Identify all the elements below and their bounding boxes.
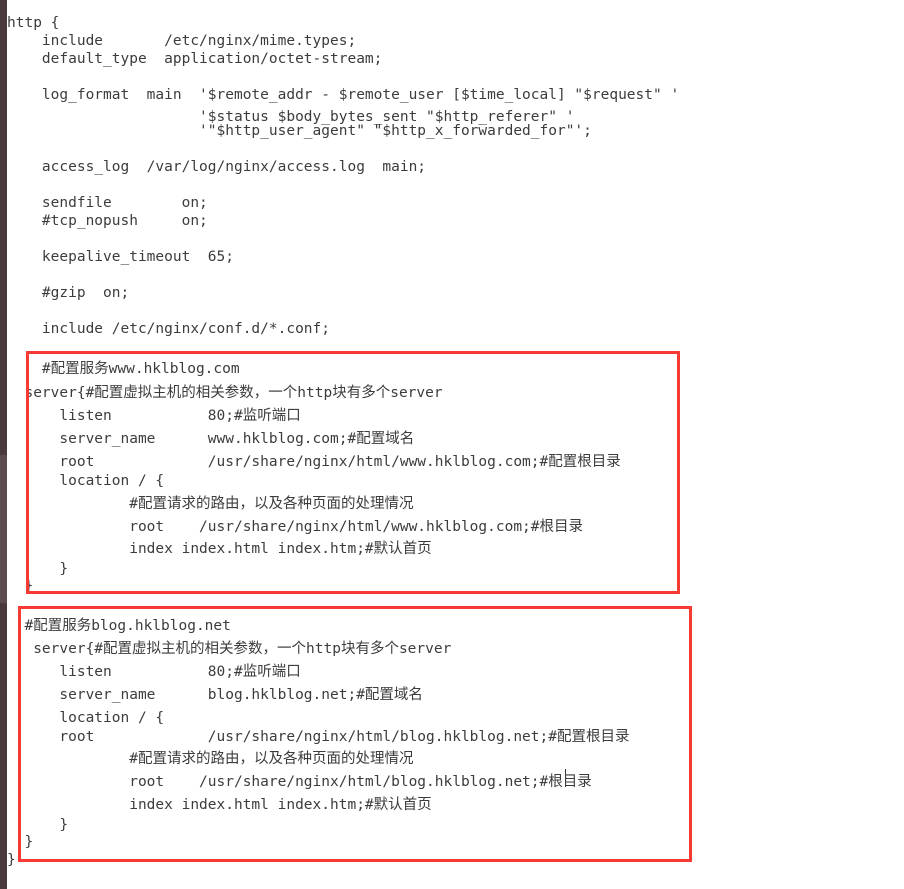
code-line[interactable]: #配置请求的路由，以及各种页面的处理情况 bbox=[7, 493, 413, 515]
code-line[interactable]: server_name www.hklblog.com;#配置域名 bbox=[7, 428, 414, 450]
code-line[interactable]: access_log /var/log/nginx/access.log mai… bbox=[7, 156, 426, 178]
code-line[interactable]: #gzip on; bbox=[7, 282, 129, 304]
code-line[interactable]: include /etc/nginx/conf.d/*.conf; bbox=[7, 318, 330, 340]
code-line[interactable]: #配置请求的路由，以及各种页面的处理情况 bbox=[7, 748, 413, 770]
code-line[interactable]: #配置服务www.hklblog.com bbox=[7, 358, 240, 380]
code-line[interactable]: server_name blog.hklblog.net;#配置域名 bbox=[7, 684, 423, 706]
code-line[interactable]: root /usr/share/nginx/html/www.hklblog.c… bbox=[7, 516, 583, 538]
code-line[interactable]: location / { bbox=[7, 470, 164, 492]
code-line[interactable]: default_type application/octet-stream; bbox=[7, 48, 382, 70]
code-line[interactable]: #tcp_nopush on; bbox=[7, 210, 208, 232]
code-line[interactable]: root /usr/share/nginx/html/blog.hklblog.… bbox=[7, 726, 629, 748]
code-line[interactable]: '"$http_user_agent" "$http_x_forwarded_f… bbox=[7, 120, 592, 142]
code-line[interactable]: index index.html index.htm;#默认首页 bbox=[7, 794, 431, 816]
code-line[interactable]: root /usr/share/nginx/html/blog.hklblog.… bbox=[7, 771, 592, 793]
code-line[interactable]: } bbox=[7, 849, 16, 871]
text-cursor-caret bbox=[565, 769, 566, 786]
code-line[interactable]: } bbox=[7, 575, 33, 597]
code-editor-surface[interactable]: http { include /etc/nginx/mime.types; de… bbox=[7, 0, 904, 889]
code-line[interactable]: listen 80;#监听端口 bbox=[7, 661, 300, 683]
code-line[interactable]: keepalive_timeout 65; bbox=[7, 246, 234, 268]
vertical-scrollbar-thumb[interactable] bbox=[0, 455, 7, 603]
code-line[interactable]: server{#配置虚拟主机的相关参数，一个http块有多个server bbox=[7, 382, 442, 404]
code-line[interactable]: server{#配置虚拟主机的相关参数，一个http块有多个server bbox=[7, 638, 451, 660]
editor-left-gutter bbox=[0, 0, 7, 889]
code-line[interactable]: log_format main '$remote_addr - $remote_… bbox=[7, 84, 679, 106]
code-line[interactable]: #配置服务blog.hklblog.net bbox=[7, 615, 230, 637]
code-line[interactable]: index index.html index.htm;#默认首页 bbox=[7, 538, 431, 560]
code-line[interactable]: listen 80;#监听端口 bbox=[7, 405, 300, 427]
